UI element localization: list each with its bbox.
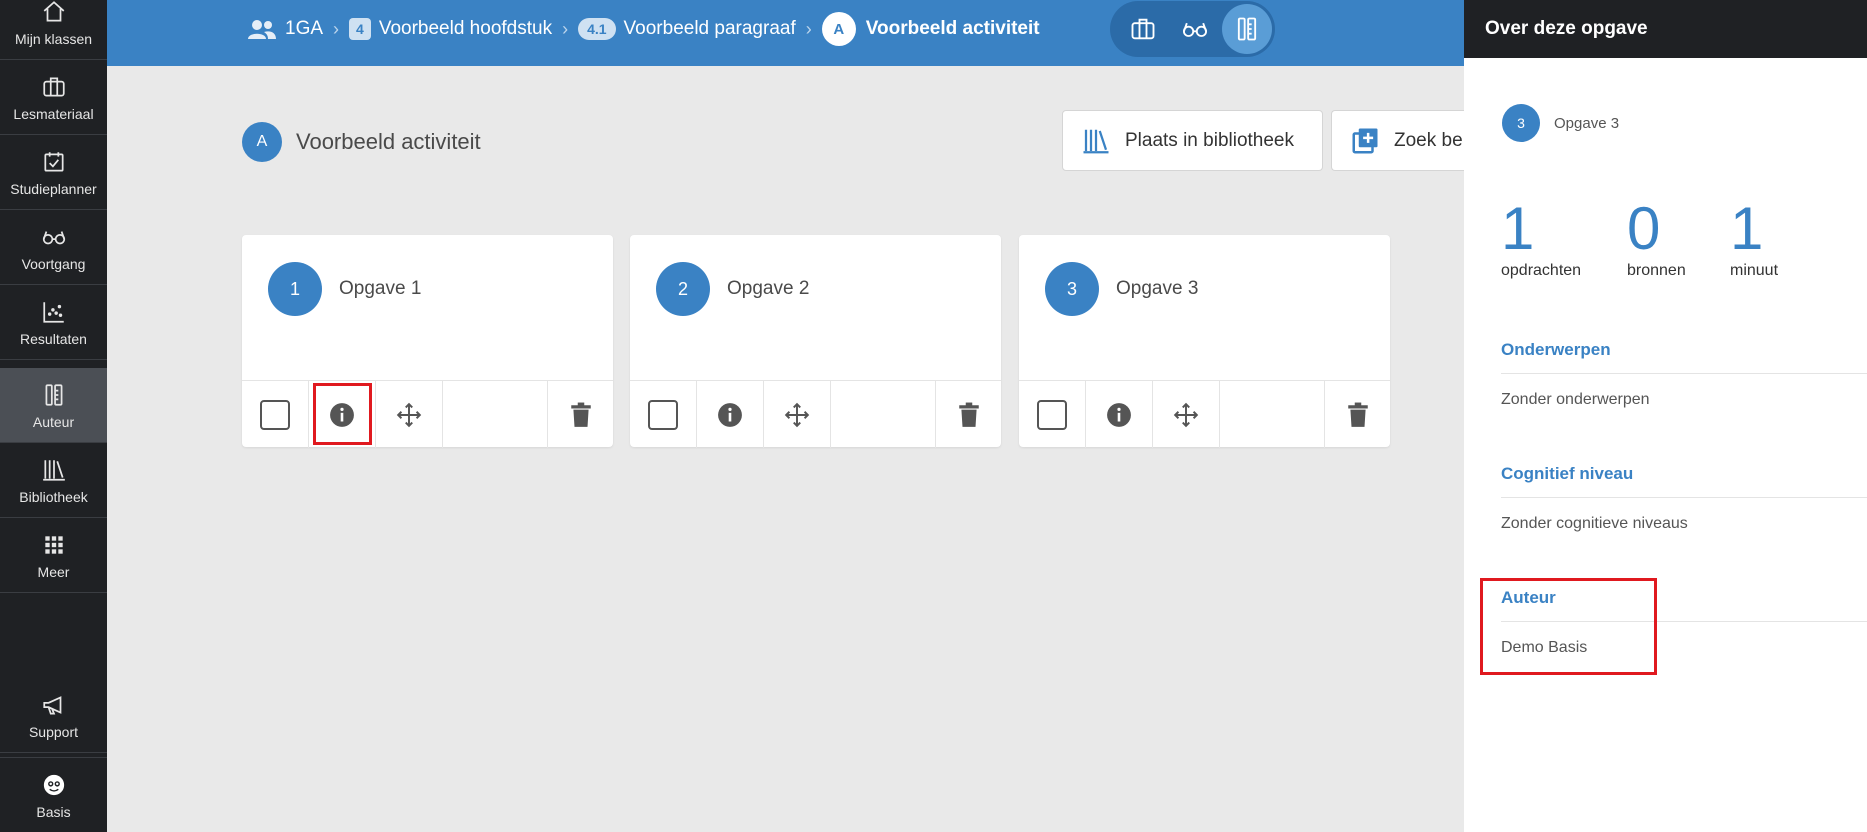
select-checkbox[interactable]	[242, 381, 309, 448]
info-button-highlight	[313, 383, 372, 445]
info-button[interactable]	[1086, 381, 1153, 448]
section-text-cognitief: Zonder cognitieve niveaus	[1501, 515, 1688, 532]
activity-badge: A	[242, 122, 282, 162]
move-icon	[784, 402, 810, 427]
sidebar-item-voortgang[interactable]: Voortgang	[0, 210, 107, 285]
trash-icon	[570, 402, 591, 427]
card-toolbar	[242, 380, 613, 448]
opgave-card[interactable]: 3 Opgave 3	[1019, 235, 1390, 448]
place-in-library-button[interactable]: Plaats in bibliotheek	[1062, 110, 1323, 171]
topbar: 1GA › 4 Voorbeeld hoofdstuk › 4.1 Voorbe…	[107, 0, 1464, 66]
section-title-onderwerpen: Onderwerpen	[1501, 340, 1611, 359]
move-handle[interactable]	[764, 381, 831, 448]
chevron-right-icon: ›	[333, 18, 340, 39]
glasses-icon	[40, 223, 68, 251]
opgave-number-badge: 3	[1045, 262, 1099, 316]
sidebar-item-basis[interactable]: Basis	[0, 757, 107, 832]
info-icon	[718, 402, 742, 427]
sidebar-item-bibliotheek[interactable]: Bibliotheek	[0, 443, 107, 518]
card-toolbar	[630, 380, 1001, 448]
auteur-highlight	[1480, 578, 1657, 675]
sidebar-item-auteur[interactable]: Auteur	[0, 368, 107, 443]
card-header: 2 Opgave 2	[656, 262, 809, 316]
sidebar-item-mijn-klassen[interactable]: Mijn klassen	[0, 0, 107, 60]
people-icon	[248, 20, 276, 39]
scatter-chart-icon	[40, 298, 68, 326]
activity-badge: A	[821, 12, 856, 46]
breadcrumb-class[interactable]: 1GA ›	[247, 18, 349, 40]
checkbox-icon	[648, 399, 678, 430]
opgave-number-badge: 2	[656, 262, 710, 316]
card-toolbar	[1019, 380, 1390, 448]
library-icon	[1083, 129, 1109, 153]
info-button[interactable]	[697, 381, 764, 448]
info-panel: Over deze opgave 3 Opgave 3 1 opdrachten…	[1464, 0, 1867, 832]
breadcrumb: 1GA › 4 Voorbeeld hoofdstuk › 4.1 Voorbe…	[247, 0, 1040, 58]
opgave-card[interactable]: 1 Opgave 1	[242, 235, 613, 448]
page-title: A Voorbeeld activiteit	[242, 122, 481, 162]
card-header: 1 Opgave 1	[268, 262, 421, 316]
panel-title: Over deze opgave	[1464, 0, 1867, 58]
breadcrumb-chapter[interactable]: 4 Voorbeeld hoofdstuk ›	[349, 18, 578, 40]
grid-icon	[40, 531, 68, 559]
card-header: 3 Opgave 3	[1045, 262, 1198, 316]
avatar-icon	[40, 771, 68, 799]
breadcrumb-paragraph[interactable]: 4.1 Voorbeeld paragraaf ›	[578, 18, 822, 40]
empty-cell	[443, 381, 548, 448]
sidebar-item-meer[interactable]: Meer	[0, 518, 107, 593]
stat-minuut: 1 minuut	[1730, 195, 1779, 279]
mode-voortgang-button[interactable]	[1170, 4, 1220, 54]
author-tools-icon	[1237, 17, 1257, 41]
mode-auteur-button[interactable]	[1222, 4, 1272, 54]
sidebar: Mijn klassen Lesmateriaal Studieplanner …	[0, 0, 107, 832]
move-handle[interactable]	[1153, 381, 1220, 448]
empty-cell	[1220, 381, 1325, 448]
opgave-number-badge: 1	[268, 262, 322, 316]
section-title-cognitief: Cognitief niveau	[1501, 464, 1634, 483]
chapter-badge: 4	[349, 18, 371, 40]
stat-opdrachten: 1 opdrachten	[1501, 195, 1582, 279]
sidebar-item-support[interactable]: Support	[0, 678, 107, 753]
move-icon	[1173, 402, 1199, 427]
panel-opgave: 3 Opgave 3	[1502, 104, 1619, 142]
sidebar-item-studieplanner[interactable]: Studieplanner	[0, 135, 107, 210]
search-button[interactable]: Zoek be	[1331, 110, 1464, 171]
empty-cell	[831, 381, 936, 448]
sidebar-item-lesmateriaal[interactable]: Lesmateriaal	[0, 60, 107, 135]
select-checkbox[interactable]	[630, 381, 697, 448]
move-handle[interactable]	[376, 381, 443, 448]
opgave-number-badge: 3	[1502, 104, 1540, 142]
author-tools-icon	[40, 381, 68, 409]
add-copy-icon	[1352, 128, 1378, 153]
paragraph-badge: 4.1	[578, 18, 616, 40]
section-text-onderwerpen: Zonder onderwerpen	[1501, 391, 1650, 408]
briefcase-icon	[1131, 18, 1155, 40]
view-mode-switch	[1110, 1, 1275, 57]
breadcrumb-activity[interactable]: A Voorbeeld activiteit	[821, 12, 1040, 46]
delete-button[interactable]	[936, 381, 1001, 448]
move-icon	[396, 402, 422, 427]
divider	[1501, 373, 1867, 374]
stat-bronnen: 0 bronnen	[1627, 195, 1686, 279]
calendar-check-icon	[40, 148, 68, 176]
select-checkbox[interactable]	[1019, 381, 1086, 448]
chevron-right-icon: ›	[562, 18, 569, 39]
delete-button[interactable]	[548, 381, 613, 448]
home-icon	[40, 0, 68, 26]
glasses-icon	[1182, 22, 1208, 37]
checkbox-icon	[260, 399, 290, 430]
info-icon	[1107, 402, 1131, 427]
library-icon	[40, 456, 68, 484]
trash-icon	[958, 402, 979, 427]
megaphone-icon	[40, 691, 68, 719]
opgave-card[interactable]: 2 Opgave 2	[630, 235, 1001, 448]
delete-button[interactable]	[1325, 381, 1390, 448]
briefcase-icon	[40, 73, 68, 101]
mode-lesmateriaal-button[interactable]	[1118, 4, 1168, 54]
chevron-right-icon: ›	[805, 18, 812, 39]
sidebar-item-resultaten[interactable]: Resultaten	[0, 285, 107, 360]
divider	[1501, 497, 1867, 498]
checkbox-icon	[1037, 399, 1067, 430]
trash-icon	[1347, 402, 1368, 427]
